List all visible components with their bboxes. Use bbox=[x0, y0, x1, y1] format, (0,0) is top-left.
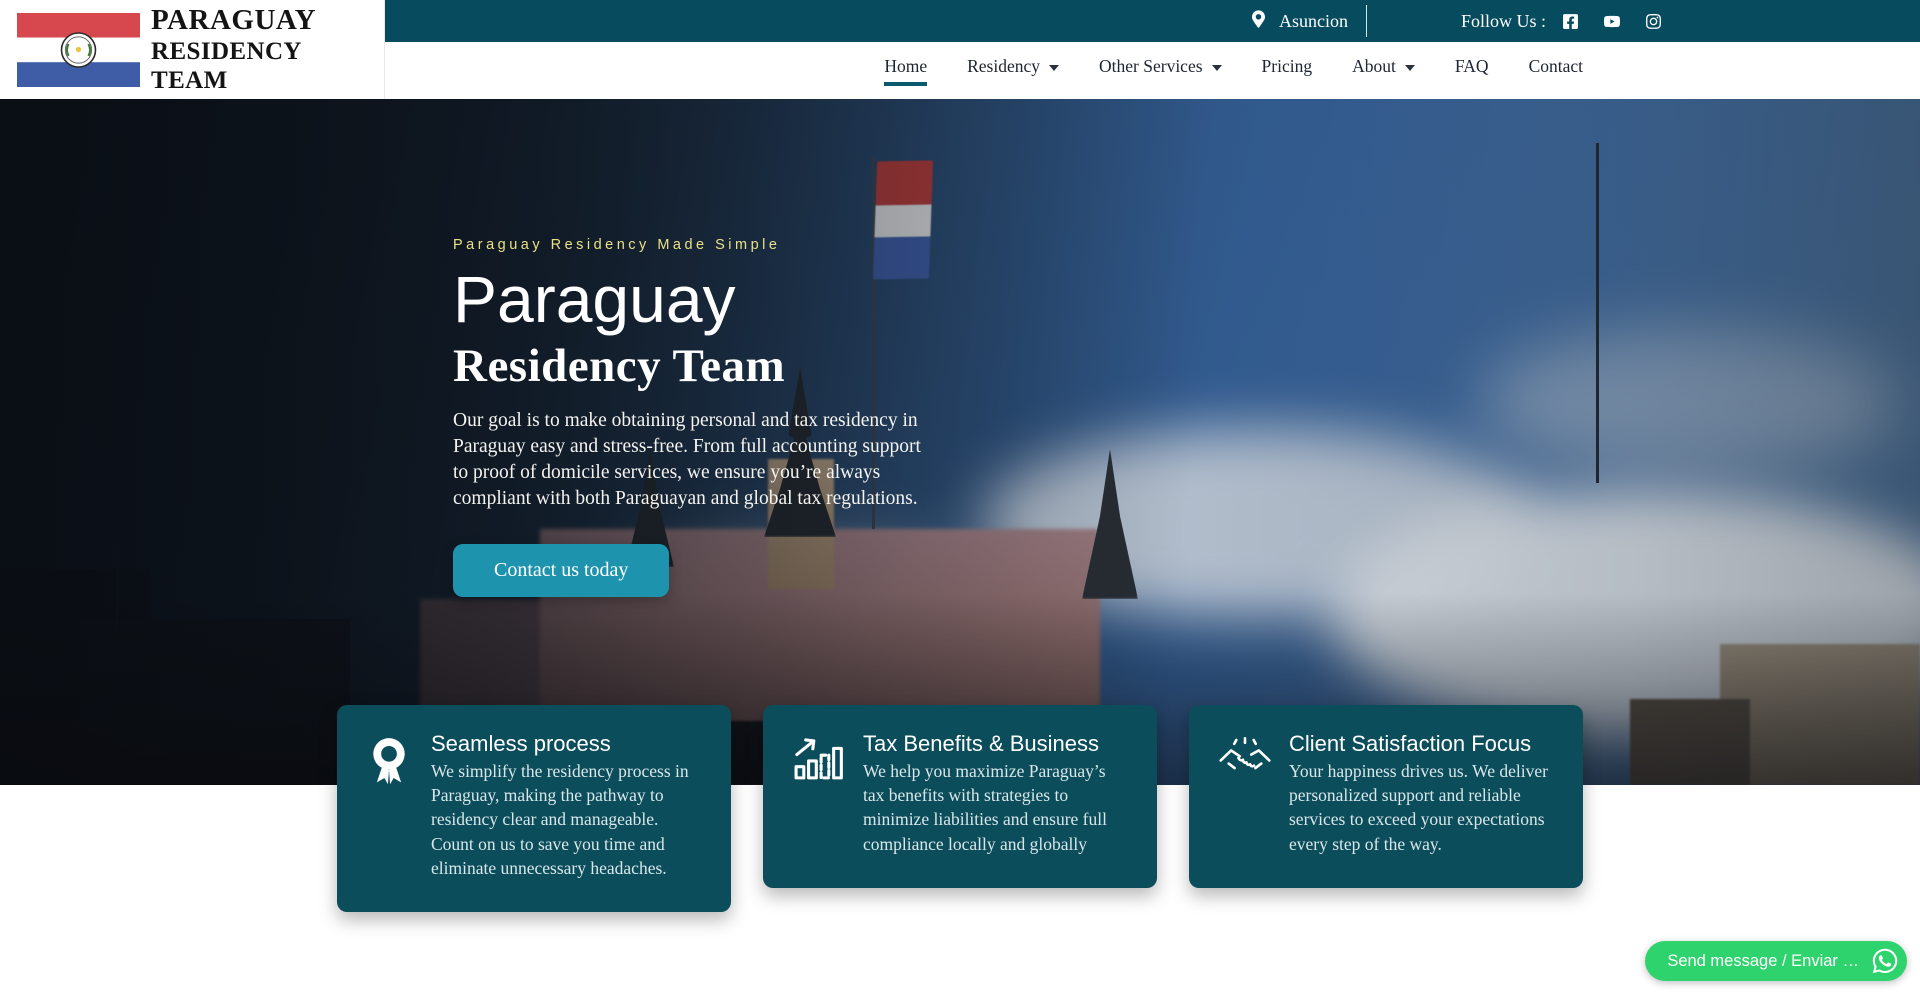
card-title: Tax Benefits & Business bbox=[863, 732, 1127, 756]
chevron-down-icon bbox=[1049, 65, 1059, 71]
site-logo[interactable]: PARAGUAY RESIDENCY TEAM bbox=[0, 0, 385, 99]
whatsapp-label: Send message / Enviar … bbox=[1667, 952, 1859, 971]
nav-item-about[interactable]: About bbox=[1352, 56, 1415, 86]
card-tax-benefits: Tax Benefits & Business We help you maxi… bbox=[763, 705, 1157, 888]
nav-item-pricing[interactable]: Pricing bbox=[1262, 56, 1313, 86]
whatsapp-icon bbox=[1871, 947, 1899, 975]
card-text: Tax Benefits & Business We help you maxi… bbox=[863, 732, 1127, 856]
card-client-satisfaction: Client Satisfaction Focus Your happiness… bbox=[1189, 705, 1583, 888]
paraguay-flag-icon bbox=[17, 13, 140, 87]
follow-us-label: Follow Us : bbox=[1461, 11, 1546, 32]
nav-item-residency[interactable]: Residency bbox=[967, 56, 1059, 86]
card-title: Seamless process bbox=[431, 732, 701, 756]
hero-content: Paraguay Residency Made Simple Paraguay … bbox=[453, 237, 973, 597]
hero-section: Paraguay Residency Made Simple Paraguay … bbox=[0, 99, 1920, 785]
nav-label: Contact bbox=[1529, 56, 1583, 77]
logo-line-1: PARAGUAY bbox=[151, 6, 316, 35]
whatsapp-chat-button[interactable]: Send message / Enviar … bbox=[1645, 941, 1907, 981]
location: Asuncion bbox=[1252, 10, 1348, 33]
logo-line-3: TEAM bbox=[151, 68, 316, 93]
location-label: Asuncion bbox=[1279, 11, 1348, 32]
nav-item-home[interactable]: Home bbox=[884, 56, 927, 86]
nav-list: Home Residency Other Services Pricing Ab… bbox=[884, 56, 1583, 86]
card-text: Seamless process We simplify the residen… bbox=[431, 732, 701, 880]
chevron-down-icon bbox=[1212, 65, 1222, 71]
nav-item-contact[interactable]: Contact bbox=[1529, 56, 1583, 86]
chevron-down-icon bbox=[1405, 65, 1415, 71]
feature-cards: Seamless process We simplify the residen… bbox=[337, 705, 1583, 912]
instagram-icon[interactable] bbox=[1645, 13, 1662, 30]
nav-label: Home bbox=[884, 56, 927, 77]
card-title: Client Satisfaction Focus bbox=[1289, 732, 1553, 756]
hero-description: Our goal is to make obtaining personal a… bbox=[453, 408, 933, 512]
handshake-icon bbox=[1219, 732, 1271, 856]
hero-title: Paraguay bbox=[453, 266, 973, 334]
nav-item-other-services[interactable]: Other Services bbox=[1099, 56, 1222, 86]
card-body: We help you maximize Paraguay’s tax bene… bbox=[863, 759, 1127, 856]
hero-tagline: Paraguay Residency Made Simple bbox=[453, 237, 973, 253]
card-body: We simplify the residency process in Par… bbox=[431, 759, 701, 880]
topbar-divider bbox=[1366, 5, 1367, 37]
logo-text: PARAGUAY RESIDENCY TEAM bbox=[151, 6, 316, 93]
card-text: Client Satisfaction Focus Your happiness… bbox=[1289, 732, 1553, 856]
hero-subtitle: Residency Team bbox=[453, 342, 973, 391]
contact-us-button[interactable]: Contact us today bbox=[453, 544, 669, 597]
card-seamless-process: Seamless process We simplify the residen… bbox=[337, 705, 731, 912]
social-links bbox=[1562, 13, 1662, 30]
facebook-icon[interactable] bbox=[1562, 13, 1579, 30]
logo-line-2: RESIDENCY bbox=[151, 39, 316, 64]
nav-label: FAQ bbox=[1455, 56, 1489, 77]
award-icon bbox=[367, 732, 413, 880]
nav-item-faq[interactable]: FAQ bbox=[1455, 56, 1489, 86]
nav-label: About bbox=[1352, 56, 1396, 77]
nav-label: Residency bbox=[967, 56, 1040, 77]
growth-chart-icon bbox=[793, 732, 845, 856]
nav-label: Other Services bbox=[1099, 56, 1203, 77]
page: Asuncion Follow Us : Home Residency Othe… bbox=[0, 0, 1920, 993]
youtube-icon[interactable] bbox=[1602, 14, 1622, 29]
card-body: Your happiness drives us. We deliver per… bbox=[1289, 759, 1553, 856]
nav-label: Pricing bbox=[1262, 56, 1313, 77]
location-pin-icon bbox=[1252, 10, 1265, 33]
